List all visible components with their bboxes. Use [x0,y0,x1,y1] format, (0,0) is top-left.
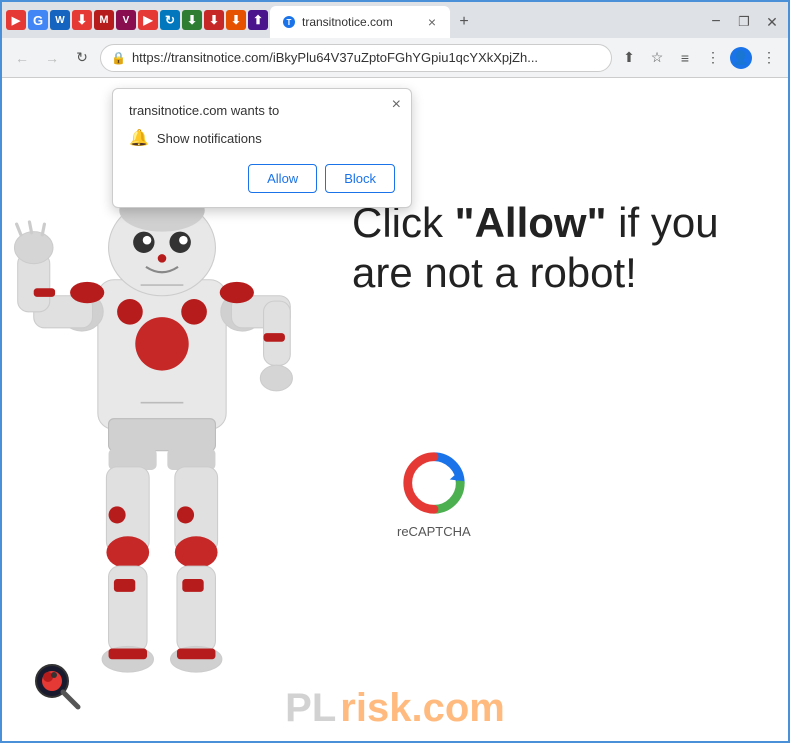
url-bar[interactable]: 🔒 https://transitnotice.com/iBkyPlu64V37… [100,44,612,72]
address-bar: ← → ↻ 🔒 https://transitnotice.com/iBkyPl… [2,38,788,78]
recaptcha-area: reCAPTCHA [397,448,471,539]
share-icon[interactable]: ⬆ [618,47,640,69]
address-bar-right: ⬆ ☆ ≡ ⋮ 👤 ⋮ [618,47,780,69]
reload-button[interactable]: ↻ [70,46,94,70]
url-text: https://transitnotice.com/iBkyPlu64V37uZ… [132,50,601,65]
minimize-button[interactable]: − [704,10,728,34]
forward-button[interactable]: → [40,46,64,70]
lock-icon: 🔒 [111,51,126,65]
ext-icon-2[interactable]: G [28,10,48,30]
tab-close-button[interactable]: × [426,14,438,30]
back-button[interactable]: ← [10,46,34,70]
notification-popup: × transitnotice.com wants to 🔔 Show noti… [112,88,412,208]
block-button[interactable]: Block [325,164,395,193]
extension-icons: ▶ G W ⬇ M V ▶ ↻ ⬇ ⬇ ⬇ ⬆ [6,10,268,34]
main-text-bold: "Allow" [455,199,607,246]
watermark-magnifier-area [32,661,82,711]
allow-button[interactable]: Allow [248,164,317,193]
svg-text:T: T [287,18,292,27]
tab-bar: ▶ G W ⬇ M V ▶ ↻ ⬇ ⬇ ⬇ ⬆ T transitnotice.… [2,2,788,38]
bell-icon: 🔔 [129,128,149,148]
window-controls: − ❐ ✕ [696,10,784,34]
ext-icon-3[interactable]: W [50,10,70,30]
ext-icon-7[interactable]: ▶ [138,10,158,30]
main-content: Click "Allow" if you are not a robot! [352,198,768,299]
watermark-text: risk.com [340,686,505,731]
tab-favicon: T [282,15,296,29]
bookmark-icon[interactable]: ☆ [646,47,668,69]
ext-icon-10[interactable]: ⬇ [204,10,224,30]
tab-search-icon[interactable]: ≡ [674,47,696,69]
tab-title: transitnotice.com [302,15,393,29]
profile-icon[interactable]: 👤 [730,47,752,69]
ext-icon-8[interactable]: ↻ [160,10,180,30]
browser-window: ▶ G W ⬇ M V ▶ ↻ ⬇ ⬇ ⬇ ⬆ T transitnotice.… [0,0,790,743]
close-button[interactable]: ✕ [760,10,784,34]
recaptcha-label: reCAPTCHA [397,524,471,539]
ext-icon-5[interactable]: M [94,10,114,30]
popup-title: transitnotice.com wants to [129,103,395,118]
popup-buttons: Allow Block [129,164,395,193]
ext-icon-9[interactable]: ⬇ [182,10,202,30]
restore-button[interactable]: ❐ [732,10,756,34]
browser-menu-icon[interactable]: ⋮ [702,47,724,69]
tab-bar-left: ▶ G W ⬇ M V ▶ ↻ ⬇ ⬇ ⬇ ⬆ T transitnotice.… [6,6,696,38]
ext-icon-1[interactable]: ▶ [6,10,26,30]
magnifier-icon [32,661,82,711]
active-tab[interactable]: T transitnotice.com × [270,6,450,38]
extensions-icon[interactable]: ⋮ [758,47,780,69]
ext-icon-12[interactable]: ⬆ [248,10,268,30]
recaptcha-logo-svg [399,448,469,518]
ext-icon-4[interactable]: ⬇ [72,10,92,30]
new-tab-button[interactable]: + [452,10,476,34]
ext-icon-11[interactable]: ⬇ [226,10,246,30]
tab-bar-right: − ❐ ✕ [696,10,784,38]
page-content: Click "Allow" if you are not a robot! re… [2,78,788,741]
popup-close-button[interactable]: × [392,97,401,113]
popup-notification-row: 🔔 Show notifications [129,128,395,148]
ext-icon-6[interactable]: V [116,10,136,30]
main-text: Click "Allow" if you are not a robot! [352,198,768,299]
popup-notification-text: Show notifications [157,131,262,146]
